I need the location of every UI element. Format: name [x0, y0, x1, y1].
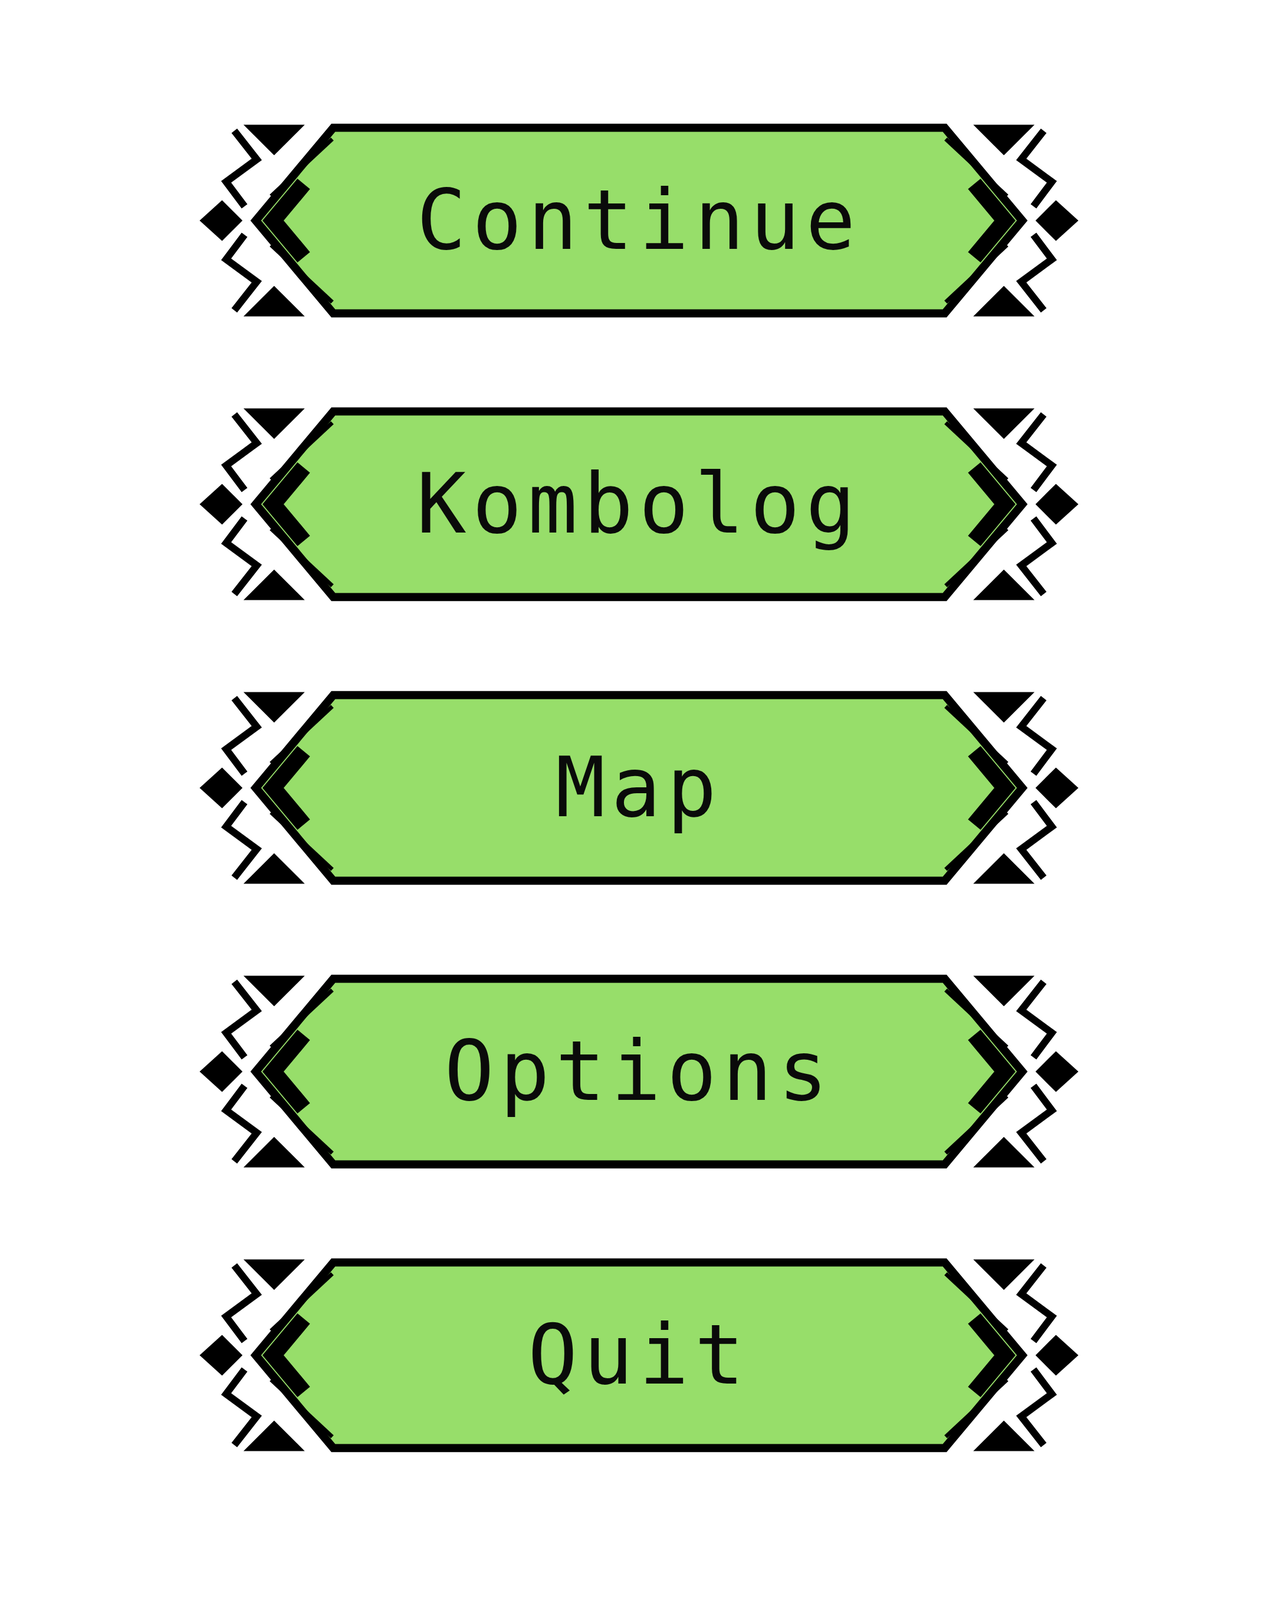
- menu-button[interactable]: Quit: [197, 1257, 1081, 1454]
- menu-button-label: Kombolog: [416, 454, 862, 554]
- menu-button-label: Options: [444, 1022, 834, 1122]
- menu-button[interactable]: Options: [197, 973, 1081, 1170]
- menu-button[interactable]: Continue: [197, 122, 1081, 319]
- menu-button-label: Map: [555, 738, 723, 838]
- menu-button-label: Continue: [416, 171, 862, 271]
- menu-button[interactable]: Map: [197, 690, 1081, 886]
- main-menu: Continue Kombolog Map Options Quit: [0, 0, 1278, 1600]
- menu-button[interactable]: Kombolog: [197, 406, 1081, 603]
- menu-button-label: Quit: [527, 1305, 751, 1405]
